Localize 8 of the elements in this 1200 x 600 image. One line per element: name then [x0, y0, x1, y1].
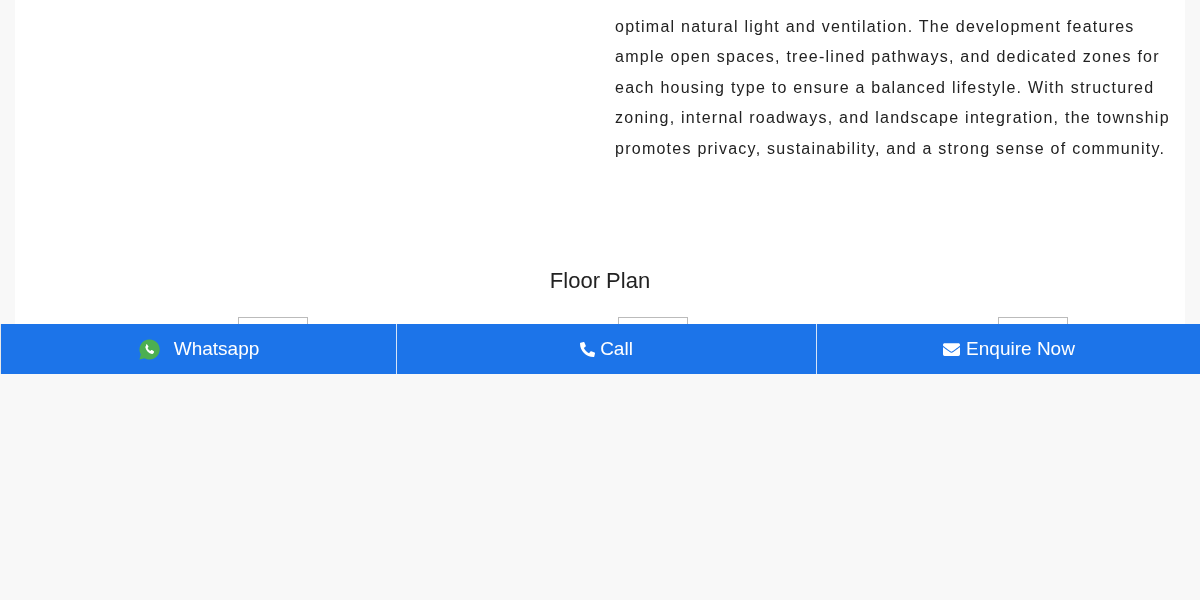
section-heading: Floor Plan [549, 268, 651, 295]
call-button[interactable]: Call [396, 324, 816, 374]
envelope-icon [942, 340, 962, 358]
enquire-button[interactable]: Enquire Now [816, 324, 1200, 374]
description-paragraph: optimal natural light and ventilation. The development features ample open spaces, tree-lined pathways, and dedicated zones for each housing type to ensure a balanced lifestyle. With structured zoning, internal roadways, and landscape integration, the township promotes privacy, sustainability, and a strong sense of community. [614, 17, 1171, 159]
chat-bubble-phone-icon [137, 337, 161, 361]
whatsapp-button[interactable]: Whatsapp [1, 324, 396, 374]
phone-icon [580, 340, 596, 358]
